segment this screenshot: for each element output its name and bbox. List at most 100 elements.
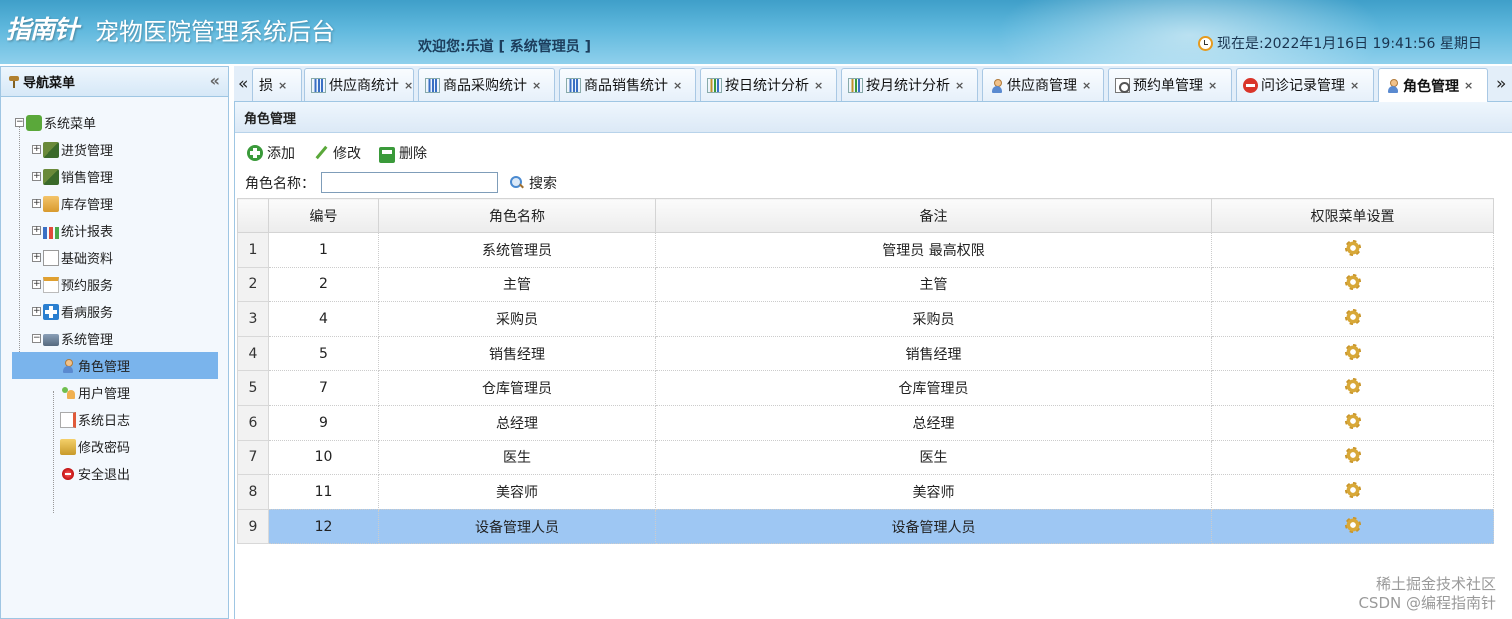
search-button[interactable]: 搜索	[510, 173, 557, 193]
nav-group-purchase[interactable]: + 进货管理	[1, 136, 228, 163]
table-row[interactable]: 5 7 仓库管理员 仓库管理员	[237, 370, 1494, 406]
user-icon	[1385, 78, 1400, 93]
cell-role-name: 采购员	[378, 301, 656, 337]
tab-supplier-stats[interactable]: 供应商统计 ×	[304, 68, 414, 101]
nav-item-logout[interactable]: 安全退出	[1, 460, 228, 487]
expand-toggle-icon[interactable]: +	[32, 172, 41, 181]
gear-icon[interactable]	[1344, 481, 1361, 498]
tab-sales-stats[interactable]: 商品销售统计 ×	[559, 68, 696, 101]
log-icon	[60, 411, 76, 428]
tab-label: 损	[259, 78, 273, 94]
close-icon[interactable]: ×	[1350, 79, 1359, 92]
tab-label: 商品采购统计	[443, 78, 527, 94]
gear-icon[interactable]	[1344, 239, 1361, 256]
table-row[interactable]: 2 2 主管 主管	[237, 266, 1494, 303]
nav-item-label: 修改密码	[78, 441, 131, 456]
close-icon[interactable]: ×	[1464, 79, 1473, 92]
cell-permission	[1211, 232, 1494, 268]
tab-appointment-management[interactable]: 预约单管理 ×	[1108, 68, 1232, 101]
tab-daily-analysis[interactable]: 按日统计分析 ×	[700, 68, 837, 101]
nav-group-medical[interactable]: + 看病服务	[1, 298, 228, 325]
folder-icon	[43, 195, 59, 212]
gear-icon[interactable]	[1344, 274, 1361, 291]
nav-item-label: 安全退出	[78, 468, 131, 483]
nav-item-system-log[interactable]: 系统日志	[1, 406, 228, 433]
nav-item-label: 角色管理	[78, 360, 131, 375]
close-icon[interactable]: ×	[955, 79, 964, 92]
cell-role-name: 设备管理人员	[378, 509, 656, 545]
nav-group-appointment[interactable]: + 预约服务	[1, 271, 228, 298]
close-icon[interactable]: ×	[673, 79, 682, 92]
logo: 指南针	[6, 15, 79, 44]
table-row[interactable]: 1 1 系统管理员 管理员 最高权限	[237, 232, 1494, 268]
collapse-toggle-icon[interactable]: −	[15, 118, 24, 127]
tab-purchase-stats[interactable]: 商品采购统计 ×	[418, 68, 555, 101]
gear-icon[interactable]	[1344, 447, 1361, 464]
tab-scroll-right-button[interactable]: »	[1496, 74, 1506, 94]
column-header-id[interactable]: 编号	[268, 198, 379, 233]
tab-scroll-left-button[interactable]: «	[238, 74, 248, 94]
add-button[interactable]: 添加	[247, 143, 295, 163]
table-row-selected[interactable]: 9 12 设备管理人员 设备管理人员	[237, 508, 1494, 545]
nav-item-user-management[interactable]: 用户管理	[1, 379, 228, 406]
gear-icon[interactable]	[1344, 516, 1361, 533]
role-name-input[interactable]	[321, 172, 498, 193]
tab-supplier-management[interactable]: 供应商管理 ×	[982, 68, 1104, 101]
table-row[interactable]: 6 9 总经理 总经理	[237, 404, 1494, 441]
cell-id: 1	[268, 232, 379, 268]
close-icon[interactable]: ×	[1082, 79, 1091, 92]
close-icon[interactable]: ×	[278, 79, 287, 92]
expand-toggle-icon[interactable]: +	[32, 145, 41, 154]
table-row[interactable]: 4 5 销售经理 销售经理	[237, 335, 1494, 372]
expand-toggle-icon[interactable]: +	[32, 307, 41, 316]
collapse-nav-button[interactable]: «	[210, 71, 220, 90]
close-icon[interactable]: ×	[532, 79, 541, 92]
gear-icon[interactable]	[1344, 308, 1361, 325]
tab-label: 按日统计分析	[725, 78, 809, 94]
expand-toggle-icon[interactable]: +	[32, 280, 41, 289]
nav-group-reports[interactable]: + 统计报表	[1, 217, 228, 244]
tab-label: 角色管理	[1403, 78, 1459, 95]
delete-label: 删除	[399, 146, 427, 162]
tab-label: 按月统计分析	[866, 78, 950, 94]
expand-toggle-icon[interactable]: +	[32, 253, 41, 262]
tab-loss[interactable]: 损 ×	[252, 68, 302, 101]
edit-button[interactable]: 修改	[313, 143, 361, 163]
tab-role-management[interactable]: 角色管理 ×	[1378, 68, 1488, 102]
column-header-permission[interactable]: 权限菜单设置	[1211, 198, 1494, 233]
tab-label: 预约单管理	[1133, 78, 1203, 94]
nav-group-system[interactable]: − 系统管理	[1, 325, 228, 352]
nav-group-basic[interactable]: + 基础资料	[1, 244, 228, 271]
gear-icon[interactable]	[1344, 343, 1361, 360]
cell-remark: 采购员	[655, 301, 1212, 337]
close-icon[interactable]: ×	[404, 79, 413, 92]
exit-icon	[62, 467, 74, 480]
gear-icon[interactable]	[1344, 378, 1361, 395]
nav-group-stock[interactable]: + 库存管理	[1, 190, 228, 217]
nav-item-label: 系统日志	[78, 414, 131, 429]
cell-role-name: 总经理	[378, 405, 656, 441]
gear-icon[interactable]	[1344, 412, 1361, 429]
nav-item-change-password[interactable]: 修改密码	[1, 433, 228, 460]
table-row[interactable]: 7 10 医生 医生	[237, 439, 1494, 476]
expand-toggle-icon[interactable]: +	[32, 226, 41, 235]
row-number: 1	[237, 232, 269, 268]
tab-monthly-analysis[interactable]: 按月统计分析 ×	[841, 68, 978, 101]
expand-toggle-icon[interactable]: +	[32, 199, 41, 208]
column-header-role-name[interactable]: 角色名称	[378, 198, 656, 233]
close-icon[interactable]: ×	[1208, 79, 1217, 92]
clock-icon	[1198, 35, 1213, 51]
search-icon	[510, 175, 524, 190]
column-header-remark[interactable]: 备注	[655, 198, 1212, 233]
close-icon[interactable]: ×	[814, 79, 823, 92]
nav-item-role-management[interactable]: 角色管理	[12, 352, 218, 379]
table-row[interactable]: 3 4 采购员 采购员	[237, 301, 1494, 337]
edit-label: 修改	[333, 146, 361, 162]
collapse-toggle-icon[interactable]: −	[32, 334, 41, 343]
delete-button[interactable]: 删除	[379, 143, 427, 163]
tab-consultation-records[interactable]: 问诊记录管理 ×	[1236, 68, 1374, 101]
nav-group-sales[interactable]: + 销售管理	[1, 163, 228, 190]
tree-root[interactable]: − 系统菜单	[1, 109, 228, 136]
cell-role-name: 销售经理	[378, 336, 656, 372]
table-row[interactable]: 8 11 美容师 美容师	[237, 474, 1494, 510]
